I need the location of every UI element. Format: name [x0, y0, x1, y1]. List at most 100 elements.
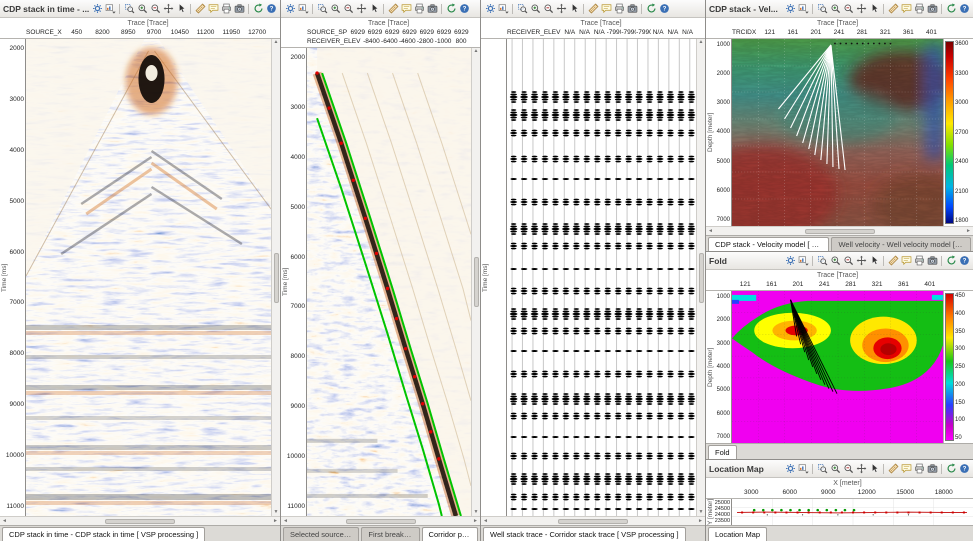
select-icon[interactable]	[868, 255, 880, 267]
refresh-icon[interactable]	[945, 3, 957, 15]
zoom-out-icon[interactable]	[542, 3, 554, 15]
horizontal-scrollbar[interactable]: ◄ ►	[481, 516, 705, 525]
scroll-right-icon[interactable]: ►	[473, 519, 478, 524]
vertical-scrollbar[interactable]: ▲ ▼	[271, 39, 280, 516]
measure-icon[interactable]	[887, 3, 899, 15]
vertical-scrollbar[interactable]: ▲ ▼	[471, 48, 480, 516]
print-icon[interactable]	[413, 3, 425, 15]
comment-icon[interactable]	[400, 3, 412, 15]
seismic-view-gather[interactable]	[307, 48, 471, 516]
zoom-area-icon[interactable]	[816, 3, 828, 15]
scrollbar-thumb[interactable]	[474, 257, 479, 307]
horizontal-scrollbar[interactable]: ◄ ►	[281, 516, 480, 525]
scroll-down-icon[interactable]: ▼	[474, 510, 479, 515]
tab[interactable]: Well stack trace - Corridor stack trace …	[483, 527, 686, 541]
select-icon[interactable]	[368, 3, 380, 15]
print-icon[interactable]	[913, 463, 925, 475]
display-mode-icon[interactable]	[104, 3, 116, 15]
velocity-model-view[interactable]	[732, 39, 943, 226]
comment-icon[interactable]	[900, 255, 912, 267]
tab[interactable]: Location Map	[708, 527, 767, 541]
settings-icon[interactable]	[91, 3, 103, 15]
settings-icon[interactable]	[784, 463, 796, 475]
vertical-scrollbar[interactable]: ▲ ▼	[696, 39, 705, 516]
scroll-up-icon[interactable]: ▲	[474, 49, 479, 54]
help-icon[interactable]	[458, 3, 470, 15]
pan-icon[interactable]	[555, 3, 567, 15]
scrollbar-thumb[interactable]	[805, 229, 875, 234]
comment-icon[interactable]	[900, 3, 912, 15]
zoom-out-icon[interactable]	[842, 463, 854, 475]
scroll-up-icon[interactable]: ▲	[699, 40, 704, 45]
scrollbar-thumb[interactable]	[274, 253, 279, 303]
scroll-left-icon[interactable]: ◄	[483, 519, 488, 524]
settings-icon[interactable]	[484, 3, 496, 15]
zoom-in-icon[interactable]	[529, 3, 541, 15]
refresh-icon[interactable]	[945, 255, 957, 267]
zoom-area-icon[interactable]	[816, 255, 828, 267]
display-mode-icon[interactable]	[797, 463, 809, 475]
tab[interactable]: Well velocity - Well velocity model [ VS…	[831, 237, 971, 251]
zoom-in-icon[interactable]	[136, 3, 148, 15]
tab[interactable]: Corridor picking	[422, 527, 478, 541]
snapshot-icon[interactable]	[233, 3, 245, 15]
tab[interactable]: CDP stack in time - CDP stack in time [ …	[2, 527, 205, 541]
comment-icon[interactable]	[600, 3, 612, 15]
zoom-in-icon[interactable]	[829, 3, 841, 15]
zoom-in-icon[interactable]	[829, 255, 841, 267]
zoom-area-icon[interactable]	[316, 3, 328, 15]
scroll-left-icon[interactable]: ◄	[708, 229, 713, 234]
refresh-icon[interactable]	[252, 3, 264, 15]
pan-icon[interactable]	[162, 3, 174, 15]
snapshot-icon[interactable]	[626, 3, 638, 15]
zoom-out-icon[interactable]	[342, 3, 354, 15]
horizontal-scrollbar[interactable]: ◄ ►	[706, 226, 973, 235]
snapshot-icon[interactable]	[926, 3, 938, 15]
pan-icon[interactable]	[855, 463, 867, 475]
snapshot-icon[interactable]	[926, 255, 938, 267]
select-icon[interactable]	[175, 3, 187, 15]
print-icon[interactable]	[913, 255, 925, 267]
zoom-in-icon[interactable]	[329, 3, 341, 15]
tab[interactable]: First break picks	[361, 527, 419, 541]
help-icon[interactable]	[658, 3, 670, 15]
select-icon[interactable]	[868, 3, 880, 15]
pan-icon[interactable]	[855, 255, 867, 267]
refresh-icon[interactable]	[645, 3, 657, 15]
display-mode-icon[interactable]	[797, 3, 809, 15]
pan-icon[interactable]	[355, 3, 367, 15]
tab[interactable]: CDP stack - Velocity model [ VSP pro...	[708, 237, 829, 251]
scrollbar-thumb[interactable]	[699, 253, 704, 303]
display-mode-icon[interactable]	[297, 3, 309, 15]
measure-icon[interactable]	[194, 3, 206, 15]
settings-icon[interactable]	[784, 3, 796, 15]
fold-map-view[interactable]	[732, 291, 943, 443]
snapshot-icon[interactable]	[426, 3, 438, 15]
location-map-view[interactable]	[732, 499, 973, 525]
tab[interactable]: Selected source gather	[283, 527, 359, 541]
horizontal-scrollbar[interactable]: ◄ ►	[0, 516, 280, 525]
snapshot-icon[interactable]	[926, 463, 938, 475]
select-icon[interactable]	[868, 463, 880, 475]
print-icon[interactable]	[913, 3, 925, 15]
select-icon[interactable]	[568, 3, 580, 15]
measure-icon[interactable]	[887, 255, 899, 267]
settings-icon[interactable]	[284, 3, 296, 15]
zoom-area-icon[interactable]	[816, 463, 828, 475]
tab[interactable]: Fold	[708, 445, 737, 459]
scroll-down-icon[interactable]: ▼	[699, 510, 704, 515]
comment-icon[interactable]	[207, 3, 219, 15]
zoom-area-icon[interactable]	[123, 3, 135, 15]
pan-icon[interactable]	[855, 3, 867, 15]
settings-icon[interactable]	[784, 255, 796, 267]
help-icon[interactable]	[265, 3, 277, 15]
scroll-up-icon[interactable]: ▲	[274, 40, 279, 45]
display-mode-icon[interactable]	[497, 3, 509, 15]
seismic-view-cdp-stack[interactable]	[26, 39, 271, 516]
scrollbar-thumb[interactable]	[346, 519, 416, 524]
scrollbar-thumb[interactable]	[558, 519, 628, 524]
seismic-view-corridor-stack[interactable]	[507, 39, 696, 516]
print-icon[interactable]	[613, 3, 625, 15]
help-icon[interactable]	[958, 255, 970, 267]
refresh-icon[interactable]	[945, 463, 957, 475]
